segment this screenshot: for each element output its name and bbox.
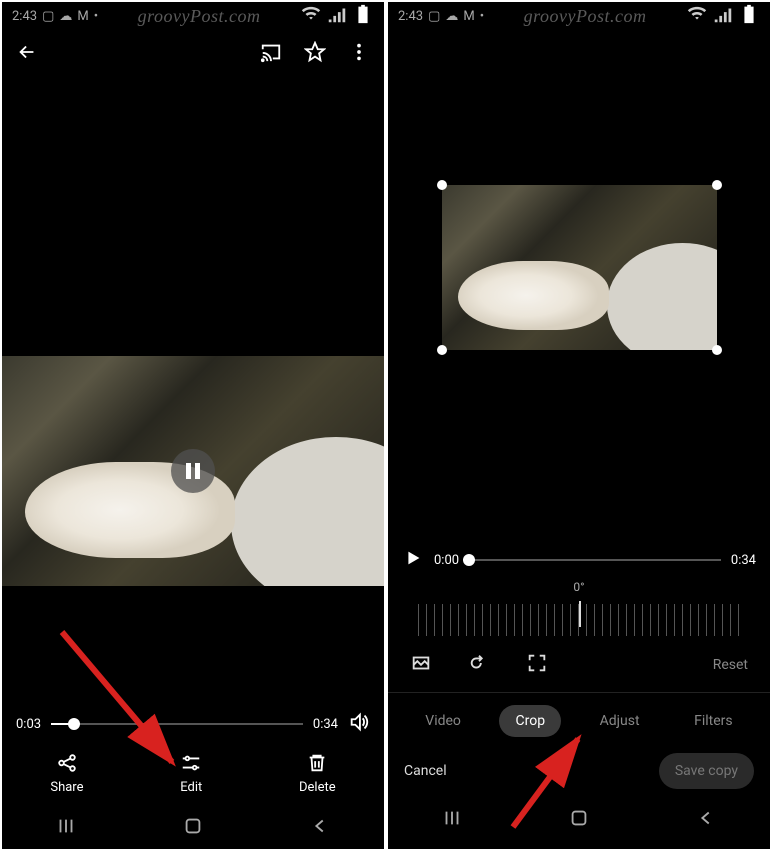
tab-video[interactable]: Video xyxy=(409,705,477,737)
edit-label: Edit xyxy=(180,780,202,795)
expand-icon[interactable] xyxy=(526,652,548,678)
crop-handle-tl[interactable] xyxy=(437,180,447,190)
nav-recent[interactable] xyxy=(55,815,77,841)
cancel-button[interactable]: Cancel xyxy=(404,763,447,779)
delete-button[interactable]: Delete xyxy=(299,752,336,795)
picture-icon: ▢ xyxy=(42,9,54,24)
phone-video-viewer: 2:43 ▢ ☁ M • groovyPost.com xyxy=(2,2,384,849)
video-scrubber: 0:00 0:34 xyxy=(388,540,770,580)
time-current: 0:03 xyxy=(16,717,41,732)
dog-subject xyxy=(458,261,609,330)
tab-filters[interactable]: Filters xyxy=(678,705,749,737)
table-object xyxy=(231,437,384,587)
crop-tool-row: Reset xyxy=(388,646,770,692)
save-copy-button[interactable]: Save copy xyxy=(659,753,754,789)
share-label: Share xyxy=(50,780,83,795)
scrubber-track[interactable] xyxy=(469,559,721,561)
rotate-icon[interactable] xyxy=(468,652,490,678)
watermark-text: groovyPost.com xyxy=(138,6,261,27)
time-total: 0:34 xyxy=(313,717,338,732)
status-bar: 2:43 ▢ ☁ M • groovyPost.com xyxy=(2,2,384,30)
nav-back[interactable] xyxy=(695,807,717,833)
top-bar xyxy=(2,30,384,78)
rotation-ruler[interactable] xyxy=(418,604,740,636)
video-frame xyxy=(2,356,384,586)
delete-label: Delete xyxy=(299,780,336,795)
picture-icon: ▢ xyxy=(428,9,440,24)
video-frame xyxy=(442,185,717,350)
nav-bar xyxy=(388,799,770,841)
status-bar: 2:43 ▢ ☁ M • groovyPost.com xyxy=(388,2,770,30)
gmail-icon: M xyxy=(463,9,474,24)
cast-icon[interactable] xyxy=(260,41,282,67)
volume-icon[interactable] xyxy=(348,711,370,737)
status-time: 2:43 xyxy=(12,9,37,24)
status-time: 2:43 xyxy=(398,9,423,24)
tab-adjust[interactable]: Adjust xyxy=(584,705,656,737)
nav-back[interactable] xyxy=(309,815,331,841)
dot-icon: • xyxy=(94,9,98,24)
nav-bar xyxy=(2,807,384,849)
aspect-ratio-icon[interactable] xyxy=(410,652,432,678)
gmail-icon: M xyxy=(77,9,88,24)
reset-button[interactable]: Reset xyxy=(713,657,748,673)
edit-button[interactable]: Edit xyxy=(180,752,202,795)
table-object xyxy=(607,243,717,350)
cloud-icon: ☁ xyxy=(59,9,72,24)
nav-recent[interactable] xyxy=(441,807,463,833)
more-icon[interactable] xyxy=(348,41,370,67)
wifi-icon xyxy=(300,3,322,29)
battery-icon xyxy=(738,3,760,29)
video-scrubber: 0:03 0:34 xyxy=(2,704,384,744)
play-button[interactable] xyxy=(402,547,424,573)
time-current: 0:00 xyxy=(434,553,459,568)
phone-crop-editor: 2:43 ▢ ☁ M • groovyPost.com xyxy=(388,2,770,849)
battery-icon xyxy=(352,3,374,29)
pause-button[interactable] xyxy=(171,449,215,493)
rotation-degrees: 0° xyxy=(388,580,770,600)
crop-handle-tr[interactable] xyxy=(712,180,722,190)
tab-crop[interactable]: Crop xyxy=(499,705,561,737)
crop-handle-bl[interactable] xyxy=(437,345,447,355)
crop-handle-br[interactable] xyxy=(712,345,722,355)
cloud-icon: ☁ xyxy=(445,9,458,24)
scrubber-track[interactable] xyxy=(51,723,303,725)
signal-icon xyxy=(326,3,348,29)
video-area[interactable] xyxy=(2,78,384,704)
nav-home[interactable] xyxy=(182,815,204,841)
back-button[interactable] xyxy=(16,41,38,67)
nav-home[interactable] xyxy=(568,807,590,833)
favorite-icon[interactable] xyxy=(304,41,326,67)
wifi-icon xyxy=(686,3,708,29)
time-total: 0:34 xyxy=(731,553,756,568)
signal-icon xyxy=(712,3,734,29)
dot-icon: • xyxy=(480,9,484,24)
edit-tabs: Video Crop Adjust Filters xyxy=(388,692,770,749)
crop-canvas[interactable] xyxy=(388,30,770,390)
share-button[interactable]: Share xyxy=(50,752,83,795)
bottom-buttons: Cancel Save copy xyxy=(388,749,770,799)
watermark-text: groovyPost.com xyxy=(524,6,647,27)
bottom-actions: Share Edit Delete xyxy=(2,744,384,807)
